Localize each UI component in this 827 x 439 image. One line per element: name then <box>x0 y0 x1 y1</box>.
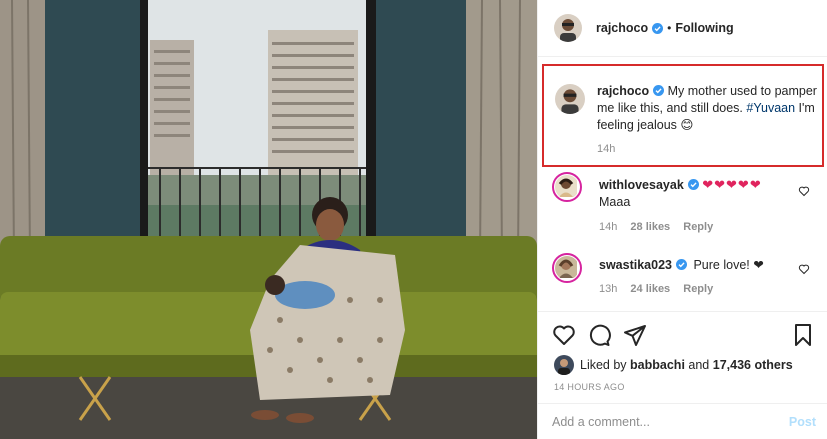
likes-prefix: Liked by <box>580 358 627 372</box>
heart-outline-icon[interactable] <box>798 185 810 197</box>
commenter-avatar[interactable] <box>552 172 582 202</box>
comment-item: withlovesayak ❤❤❤❤❤ Maaa 14h 28 likes Re… <box>538 172 827 238</box>
likes-summary: Liked by babbachi and 17,436 others <box>554 355 793 375</box>
following-button[interactable]: Following <box>675 21 733 35</box>
caption-text: rajchoco My mother used to pamper me lik… <box>597 83 821 134</box>
comment-hearts: ❤❤❤❤❤ <box>702 177 762 192</box>
post-photo[interactable] <box>0 0 537 439</box>
comment-username[interactable]: swastika023 <box>599 258 672 272</box>
comment-reply-button[interactable]: Reply <box>683 283 713 295</box>
bookmark-icon[interactable] <box>791 323 815 347</box>
comment-likes[interactable]: 24 likes <box>630 283 670 295</box>
heart-outline-icon[interactable] <box>798 263 810 275</box>
likes-conj: and <box>688 358 710 372</box>
caption-author-avatar[interactable] <box>555 84 585 114</box>
post-comment-button[interactable]: Post <box>789 415 816 429</box>
comment-input[interactable] <box>552 414 789 429</box>
verified-badge-icon <box>687 179 699 190</box>
caption-time[interactable]: 14h <box>597 143 615 155</box>
comment-username[interactable]: withlovesayak <box>599 178 684 192</box>
comment-text: withlovesayak ❤❤❤❤❤ Maaa <box>599 176 794 211</box>
liker-avatar[interactable] <box>554 355 574 375</box>
comment-likes[interactable]: 28 likes <box>630 221 670 233</box>
comment-bubble-icon[interactable] <box>587 323 611 347</box>
author-username[interactable]: rajchoco <box>596 21 648 35</box>
verified-badge-icon <box>652 22 664 34</box>
add-comment-bar: Post <box>538 403 827 439</box>
caption-username[interactable]: rajchoco <box>597 84 649 98</box>
post-timestamp[interactable]: 14 HOURS AGO <box>554 382 625 392</box>
author-avatar[interactable] <box>554 14 582 42</box>
comment-item: swastika023 Pure love! ❤ 13h 24 likes Re… <box>538 253 827 319</box>
post-image <box>0 0 537 439</box>
post-sidebar: rajchoco • Following rajchoco My mother … <box>537 0 827 439</box>
heart-outline-icon[interactable] <box>552 323 576 347</box>
commenter-avatar[interactable] <box>552 253 582 283</box>
comment-time[interactable]: 14h <box>599 221 617 233</box>
header-separator: • <box>667 21 672 35</box>
caption-highlight-box: rajchoco My mother used to pamper me lik… <box>542 64 824 167</box>
post-header: rajchoco • Following <box>538 0 827 57</box>
comment-reply-button[interactable]: Reply <box>683 221 713 233</box>
comment-time[interactable]: 13h <box>599 283 617 295</box>
comment-body: Pure love! ❤ <box>693 258 764 272</box>
comment-body: Maaa <box>599 195 631 209</box>
comment-meta: 14h 28 likes Reply <box>599 221 723 233</box>
verified-badge-icon <box>653 85 665 96</box>
verified-badge-icon <box>675 259 687 270</box>
comment-meta: 13h 24 likes Reply <box>599 283 723 295</box>
caption-hashtag[interactable]: #Yuvaan <box>746 101 795 115</box>
paper-plane-icon[interactable] <box>623 323 647 347</box>
likes-others-link[interactable]: 17,436 others <box>713 358 793 372</box>
liker-username[interactable]: babbachi <box>630 358 685 372</box>
comment-text: swastika023 Pure love! ❤ <box>599 257 794 274</box>
